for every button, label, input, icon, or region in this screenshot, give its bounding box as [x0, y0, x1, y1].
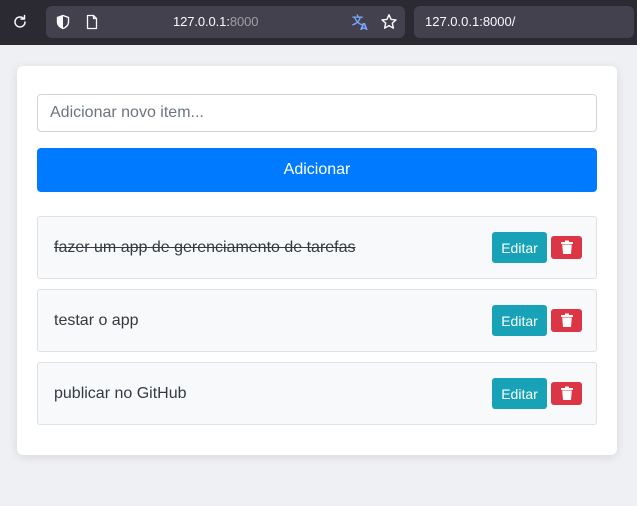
reload-icon[interactable]: [10, 12, 30, 32]
page-icon: [84, 14, 100, 30]
trash-icon: [560, 240, 573, 254]
url-input[interactable]: 127.0.0.1:8000/: [414, 6, 634, 38]
url-host: 127.0.0.1:: [173, 14, 230, 29]
star-icon[interactable]: [380, 13, 398, 31]
delete-button[interactable]: [551, 309, 582, 332]
item-text: publicar no GitHub: [54, 385, 187, 402]
add-button[interactable]: Adicionar: [37, 148, 597, 192]
url-text[interactable]: 127.0.0.1:8000: [173, 14, 258, 29]
edit-button[interactable]: Editar: [492, 305, 547, 336]
browser-toolbar: 127.0.0.1:8000 文 A 127.0.0.1:8000/: [0, 0, 637, 45]
trash-icon: [560, 313, 573, 327]
list-item: testar o app Editar: [37, 289, 597, 352]
trash-icon: [560, 386, 573, 400]
url-port: 8000: [229, 14, 259, 29]
svg-text:A: A: [360, 22, 368, 32]
item-text: fazer um app de gerenciamento de tarefas: [54, 239, 356, 256]
edit-button[interactable]: Editar: [492, 232, 547, 263]
delete-button[interactable]: [551, 236, 582, 259]
url-input-text: 127.0.0.1:8000/: [425, 14, 516, 29]
shield-icon[interactable]: [55, 14, 71, 30]
translate-icon[interactable]: 文 A: [351, 12, 371, 33]
address-bar[interactable]: 127.0.0.1:8000 文 A: [46, 6, 405, 38]
delete-button[interactable]: [551, 382, 582, 405]
edit-button[interactable]: Editar: [492, 378, 547, 409]
todo-card: Adicionar fazer um app de gerenciamento …: [17, 66, 617, 455]
list-item: publicar no GitHub Editar: [37, 362, 597, 425]
list-item: fazer um app de gerenciamento de tarefas…: [37, 216, 597, 279]
item-text: testar o app: [54, 312, 139, 329]
new-item-input[interactable]: [37, 94, 597, 132]
